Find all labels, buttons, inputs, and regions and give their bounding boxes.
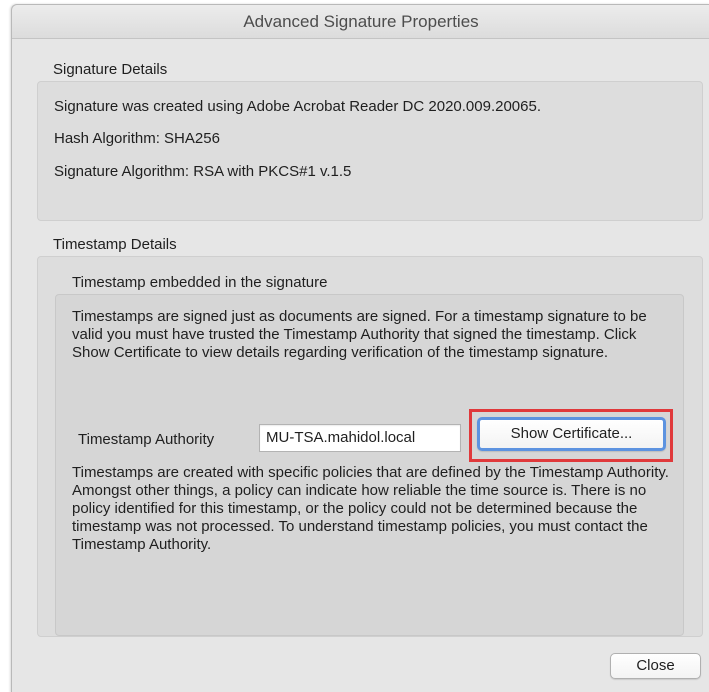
hash-algorithm-text: Hash Algorithm: SHA256: [54, 130, 220, 147]
signature-algorithm-text: Signature Algorithm: RSA with PKCS#1 v.1…: [54, 163, 352, 180]
timestamp-authority-label: Timestamp Authority: [78, 431, 215, 448]
timestamp-info-box: Timestamps are signed just as documents …: [55, 294, 684, 636]
advanced-signature-properties-dialog: Advanced Signature Properties Signature …: [11, 4, 709, 692]
show-certificate-button[interactable]: Show Certificate...: [477, 417, 666, 451]
timestamp-policy-text: Timestamps are created with specific pol…: [72, 464, 669, 553]
timestamp-description-text: Timestamps are signed just as documents …: [72, 308, 647, 361]
timestamp-embedded-label: Timestamp embedded in the signature: [72, 274, 328, 291]
dialog-title: Advanced Signature Properties: [243, 12, 479, 31]
timestamp-authority-field[interactable]: MU-TSA.mahidol.local: [259, 424, 461, 452]
timestamp-details-group: Timestamp embedded in the signature Time…: [37, 256, 703, 637]
signature-created-with-text: Signature was created using Adobe Acroba…: [54, 98, 542, 115]
screen: Advanced Signature Properties Signature …: [0, 0, 709, 692]
signature-details-group: Signature was created using Adobe Acroba…: [37, 81, 703, 221]
signature-details-heading: Signature Details: [53, 61, 168, 78]
close-button[interactable]: Close: [610, 653, 701, 679]
timestamp-details-heading: Timestamp Details: [53, 236, 177, 253]
title-bar[interactable]: Advanced Signature Properties: [12, 5, 709, 39]
